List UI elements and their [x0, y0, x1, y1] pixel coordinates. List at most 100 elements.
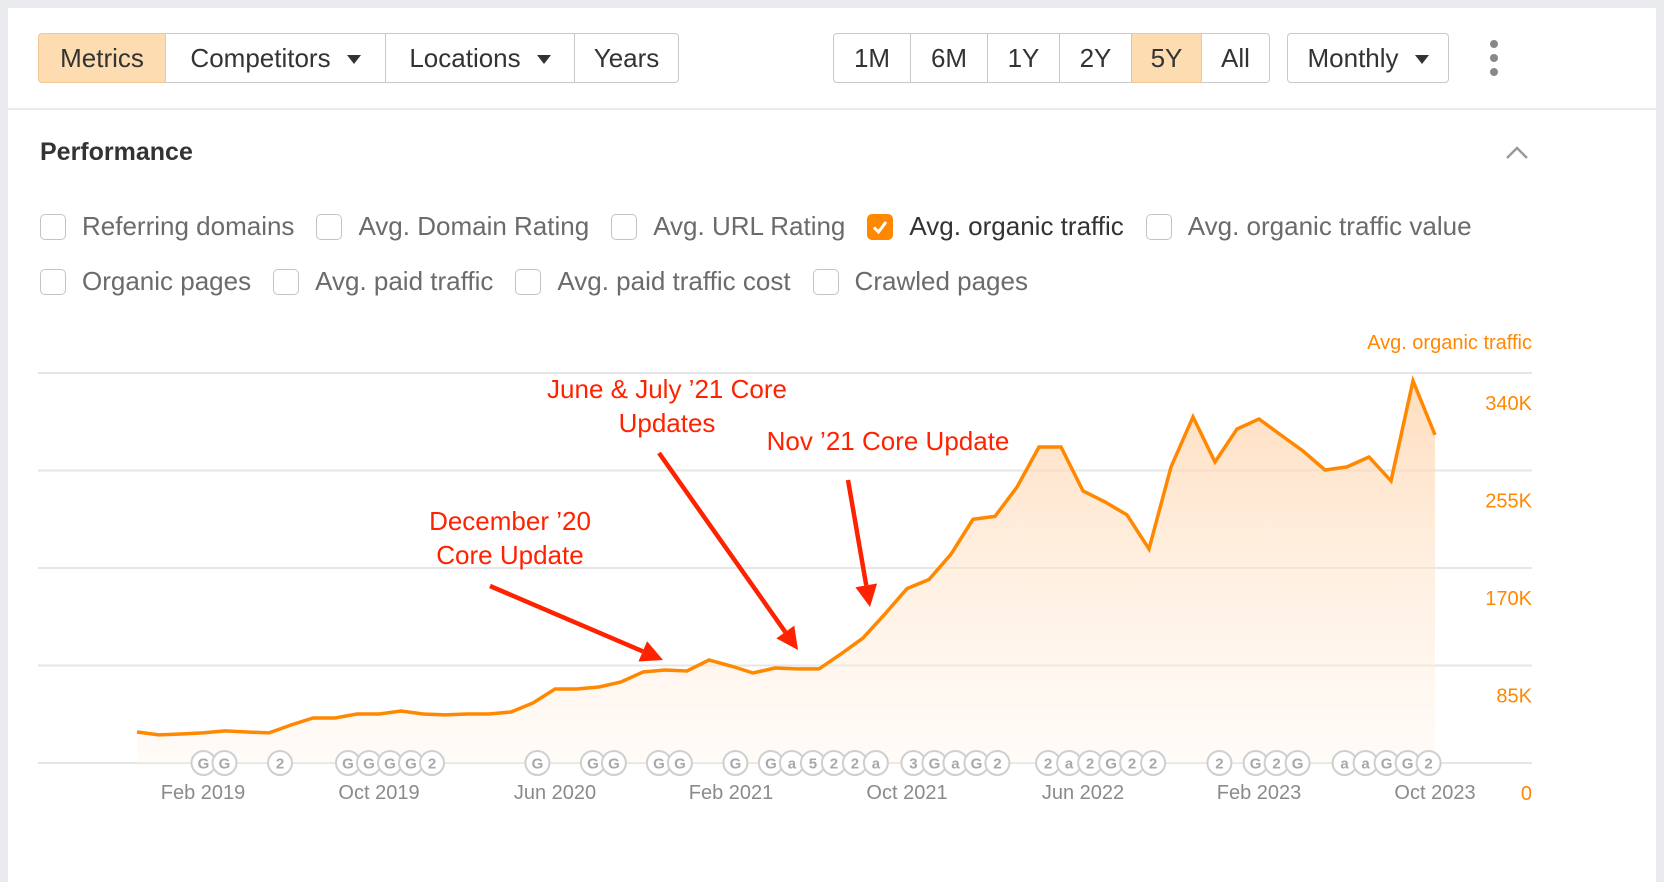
event-count-badge[interactable]: 2	[1206, 750, 1233, 776]
tab-metrics[interactable]: Metrics	[38, 33, 166, 83]
google-update-icon[interactable]: G	[524, 750, 551, 776]
data-point[interactable]	[949, 552, 953, 556]
data-point[interactable]	[751, 671, 755, 675]
arrow-icon	[657, 451, 788, 634]
data-point[interactable]	[1037, 445, 1041, 449]
data-point[interactable]	[641, 670, 645, 674]
data-point[interactable]	[1169, 465, 1173, 469]
data-point[interactable]	[1411, 379, 1415, 383]
data-point[interactable]	[1103, 500, 1107, 504]
data-point[interactable]	[883, 612, 887, 616]
svg-text:G: G	[608, 756, 620, 773]
event-count-badge[interactable]: 2	[1140, 750, 1167, 776]
svg-text:2: 2	[851, 756, 859, 773]
ahrefs-update-icon[interactable]: a	[862, 750, 889, 776]
data-point[interactable]	[311, 716, 315, 720]
data-point[interactable]	[1433, 433, 1437, 437]
kebab-vertical-icon[interactable]	[1486, 40, 1502, 76]
data-point[interactable]	[465, 712, 469, 716]
y-tick-label: 0	[1521, 783, 1532, 805]
data-point[interactable]	[377, 712, 381, 716]
event-count-badge[interactable]: 2	[267, 750, 293, 776]
data-point[interactable]	[575, 687, 579, 691]
data-point[interactable]	[685, 669, 689, 673]
data-point[interactable]	[993, 514, 997, 518]
tab-locations[interactable]: Locations	[386, 33, 575, 83]
google-update-icon[interactable]: G	[1284, 750, 1311, 776]
interval-dropdown[interactable]: Monthly	[1287, 33, 1449, 83]
data-point[interactable]	[1279, 433, 1283, 437]
y-tick-label: 340K	[1485, 393, 1532, 415]
data-point[interactable]	[619, 680, 623, 684]
data-point[interactable]	[927, 577, 931, 581]
data-point[interactable]	[971, 517, 975, 521]
svg-text:G: G	[532, 756, 544, 773]
data-point[interactable]	[1235, 427, 1239, 431]
data-point[interactable]	[905, 587, 909, 591]
data-point[interactable]	[509, 710, 513, 714]
data-point[interactable]	[1323, 468, 1327, 472]
google-update-icon[interactable]: G	[722, 750, 749, 776]
event-count-badge[interactable]: 2	[1415, 750, 1442, 776]
svg-text:a: a	[1065, 756, 1074, 773]
data-point[interactable]	[333, 716, 337, 720]
data-point[interactable]	[707, 658, 711, 662]
data-point[interactable]	[861, 636, 865, 640]
range-6m[interactable]: 6M	[911, 33, 988, 83]
range-2y[interactable]: 2Y	[1060, 33, 1132, 83]
data-point[interactable]	[1213, 460, 1217, 464]
data-point[interactable]	[355, 712, 359, 716]
tab-competitors[interactable]: Competitors	[166, 33, 386, 83]
data-point[interactable]	[1345, 465, 1349, 469]
google-update-icon[interactable]: G	[600, 750, 627, 776]
data-point[interactable]	[1147, 547, 1151, 551]
data-point[interactable]	[1367, 455, 1371, 459]
data-point[interactable]	[597, 685, 601, 689]
data-point[interactable]	[553, 687, 557, 691]
data-point[interactable]	[817, 667, 821, 671]
data-point[interactable]	[1059, 445, 1063, 449]
data-point[interactable]	[1257, 417, 1261, 421]
data-point[interactable]	[1191, 415, 1195, 419]
data-point[interactable]	[443, 713, 447, 717]
data-point[interactable]	[487, 712, 491, 716]
svg-text:G: G	[198, 756, 210, 773]
svg-text:2: 2	[1086, 756, 1094, 773]
data-point[interactable]	[267, 731, 271, 735]
data-point[interactable]	[531, 701, 535, 705]
data-point[interactable]	[399, 709, 403, 713]
data-point[interactable]	[1125, 513, 1129, 517]
data-point[interactable]	[135, 730, 139, 734]
svg-text:G: G	[674, 756, 686, 773]
data-point[interactable]	[289, 723, 293, 727]
range-5y[interactable]: 5Y	[1132, 33, 1202, 83]
data-point[interactable]	[201, 731, 205, 735]
date-range-selector: 1M 6M 1Y 2Y 5Y All	[833, 33, 1270, 83]
data-point[interactable]	[795, 667, 799, 671]
data-point[interactable]	[773, 666, 777, 670]
range-1m[interactable]: 1M	[833, 33, 911, 83]
data-point[interactable]	[1081, 489, 1085, 493]
event-marker-group: GGGG2	[335, 750, 445, 776]
event-count-badge[interactable]: 2	[984, 750, 1011, 776]
data-point[interactable]	[1389, 479, 1393, 483]
data-point[interactable]	[157, 733, 161, 737]
range-all[interactable]: All	[1202, 33, 1270, 83]
google-update-icon[interactable]: G	[211, 750, 238, 776]
tab-years[interactable]: Years	[575, 33, 679, 83]
google-update-icon[interactable]: G	[666, 750, 693, 776]
data-point[interactable]	[663, 668, 667, 672]
data-point[interactable]	[245, 730, 249, 734]
data-point[interactable]	[179, 732, 183, 736]
data-point[interactable]	[729, 664, 733, 668]
data-point[interactable]	[421, 712, 425, 716]
data-point[interactable]	[839, 652, 843, 656]
data-point[interactable]	[223, 729, 227, 733]
interval-label: Monthly	[1307, 42, 1399, 73]
data-point[interactable]	[1301, 449, 1305, 453]
data-point[interactable]	[1015, 485, 1019, 489]
event-count-badge[interactable]: 2	[419, 750, 445, 776]
svg-text:5: 5	[809, 756, 817, 773]
range-1y[interactable]: 1Y	[988, 33, 1060, 83]
svg-text:2: 2	[276, 756, 284, 773]
